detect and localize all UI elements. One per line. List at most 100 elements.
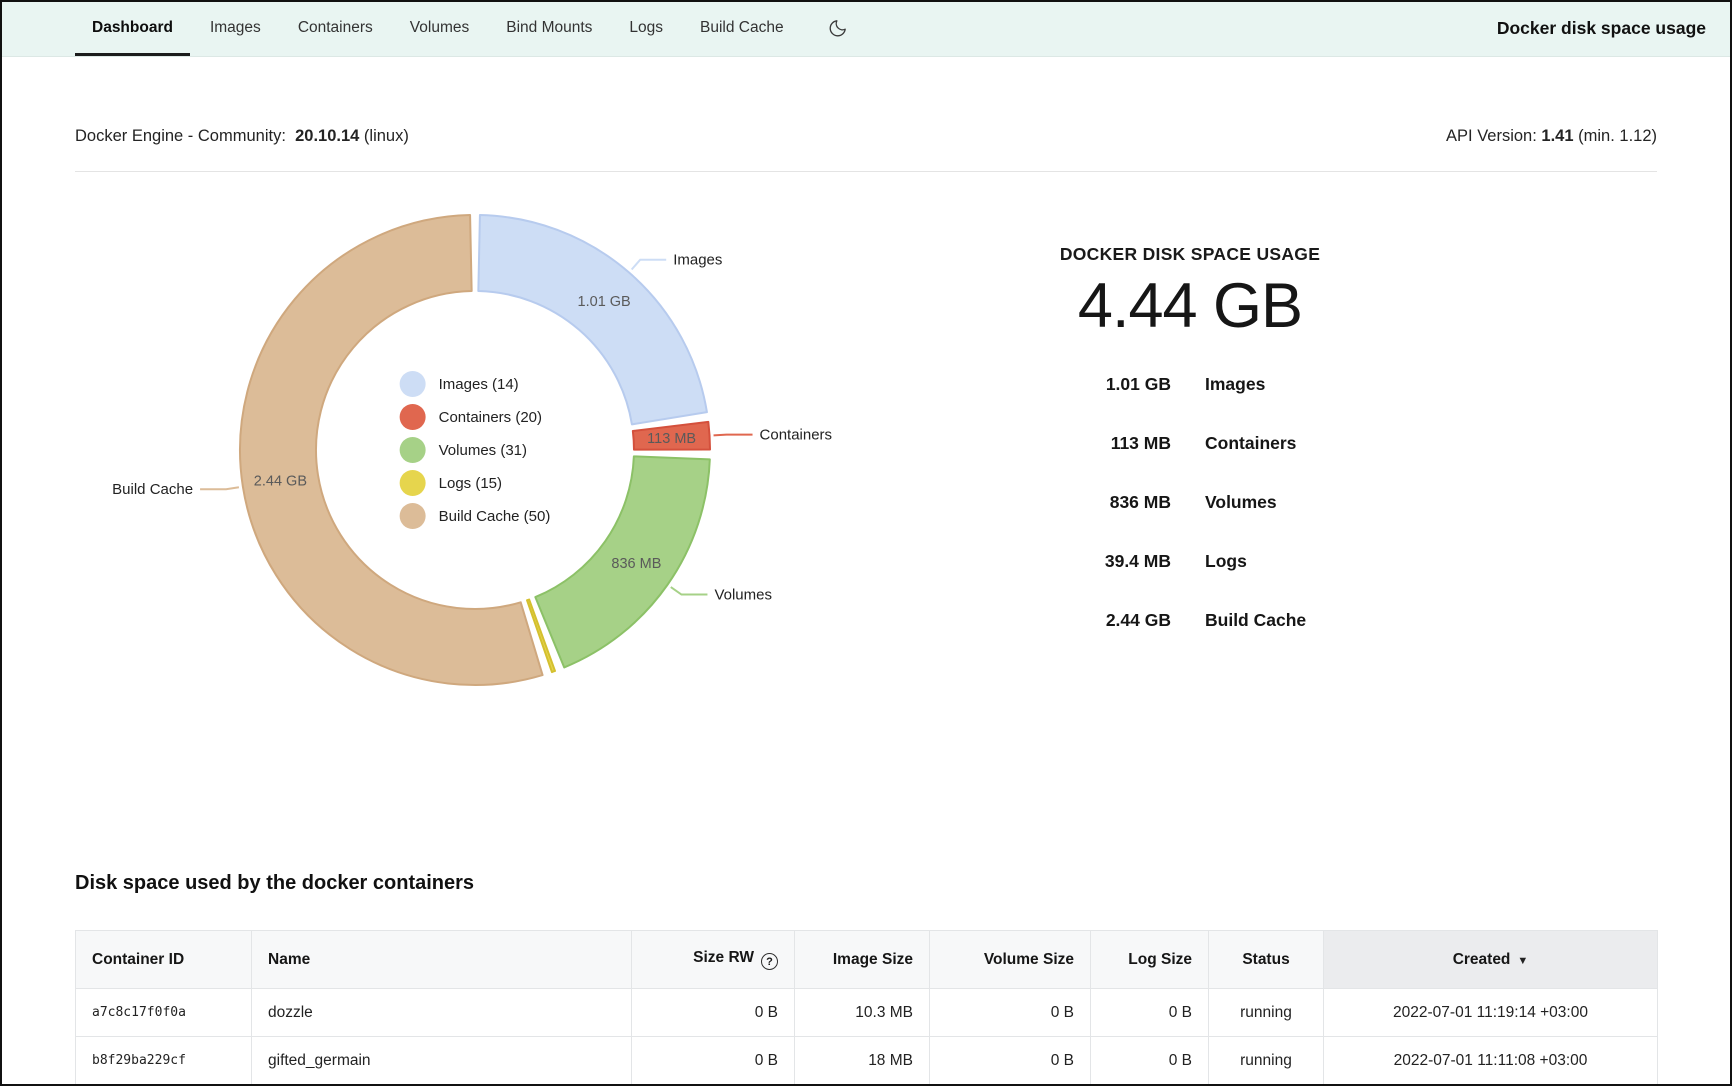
cell-volume_size: 0 B bbox=[930, 989, 1091, 1037]
legend-swatch-volumes bbox=[400, 437, 426, 463]
navbar: DashboardImagesContainersVolumesBind Mou… bbox=[0, 0, 1732, 57]
usage-panel-heading: DOCKER DISK SPACE USAGE bbox=[1020, 244, 1360, 265]
cell-size_rw: 0 B bbox=[632, 989, 795, 1037]
callout-label-volumes: Volumes bbox=[714, 587, 772, 604]
column-header-log_size[interactable]: Log Size bbox=[1091, 931, 1209, 989]
column-header-created[interactable]: Created ▼ bbox=[1324, 931, 1658, 989]
api-version-text: API Version: 1.41 (min. 1.12) bbox=[1446, 127, 1657, 149]
legend-item-volumes[interactable]: Volumes (31) bbox=[400, 437, 551, 463]
nav-item-volumes[interactable]: Volumes bbox=[393, 0, 486, 56]
api-min-version: (min. 1.12) bbox=[1578, 127, 1657, 145]
cell-id: a7c8c17f0f0a bbox=[76, 989, 252, 1037]
usage-size-logs: 39.4 MB bbox=[1020, 551, 1171, 572]
usage-size-build-cache: 2.44 GB bbox=[1020, 610, 1171, 631]
disk-usage-chart-section: 1.01 GB Images 113 MB Containers 836 MB Volum… bbox=[0, 172, 1732, 860]
usage-label-volumes: Volumes bbox=[1205, 492, 1277, 513]
help-icon[interactable]: ? bbox=[761, 953, 778, 970]
segment-size-label-containers: 113 MB bbox=[647, 431, 696, 447]
cell-name: dozzle bbox=[252, 989, 632, 1037]
sort-desc-icon: ▼ bbox=[1517, 955, 1528, 967]
usage-size-containers: 113 MB bbox=[1020, 433, 1171, 454]
cell-image_size: 18 MB bbox=[795, 1037, 930, 1085]
column-label-log_size: Log Size bbox=[1128, 951, 1192, 968]
usage-row-volumes: 836 MB Volumes bbox=[1020, 473, 1360, 532]
usage-row-build-cache: 2.44 GB Build Cache bbox=[1020, 591, 1360, 650]
usage-label-containers: Containers bbox=[1205, 433, 1296, 454]
engine-info-row: Docker Engine - Community: 20.10.14 (lin… bbox=[75, 127, 1657, 149]
usage-summary-panel: DOCKER DISK SPACE USAGE 4.44 GB 1.01 GB I… bbox=[1020, 244, 1360, 650]
callout-line-images bbox=[632, 260, 667, 270]
table-row[interactable]: a7c8c17f0f0adozzle0 B10.3 MB0 B0 Brunnin… bbox=[76, 989, 1658, 1037]
usage-label-logs: Logs bbox=[1205, 551, 1247, 572]
usage-total-value: 4.44 GB bbox=[1020, 273, 1360, 339]
nav-item-bind-mounts[interactable]: Bind Mounts bbox=[489, 0, 609, 56]
usage-row-images: 1.01 GB Images bbox=[1020, 355, 1360, 414]
legend-item-logs[interactable]: Logs (15) bbox=[400, 470, 551, 496]
cell-created: 2022-07-01 11:11:08 +03:00 bbox=[1324, 1037, 1658, 1085]
nav-item-images[interactable]: Images bbox=[193, 0, 278, 56]
legend-label-volumes: Volumes (31) bbox=[439, 442, 527, 459]
legend-label-containers: Containers (20) bbox=[439, 409, 542, 426]
segment-size-label-build-cache: 2.44 GB bbox=[254, 474, 307, 490]
usage-size-volumes: 836 MB bbox=[1020, 492, 1171, 513]
column-label-created: Created bbox=[1453, 951, 1511, 968]
segment-size-label-volumes: 836 MB bbox=[611, 556, 661, 572]
usage-label-build-cache: Build Cache bbox=[1205, 610, 1306, 631]
usage-size-images: 1.01 GB bbox=[1020, 374, 1171, 395]
nav-item-logs[interactable]: Logs bbox=[612, 0, 680, 56]
column-header-volume_size[interactable]: Volume Size bbox=[930, 931, 1091, 989]
column-label-volume_size: Volume Size bbox=[984, 951, 1074, 968]
engine-platform: (linux) bbox=[364, 127, 409, 145]
column-label-id: Container ID bbox=[92, 951, 184, 968]
segment-size-label-images: 1.01 GB bbox=[578, 294, 631, 310]
column-header-name[interactable]: Name bbox=[252, 931, 632, 989]
legend-item-build-cache[interactable]: Build Cache (50) bbox=[400, 503, 551, 529]
legend-swatch-build-cache bbox=[400, 503, 426, 529]
cell-size_rw: 0 B bbox=[632, 1037, 795, 1085]
legend-label-build-cache: Build Cache (50) bbox=[439, 508, 551, 525]
nav-item-containers[interactable]: Containers bbox=[281, 0, 390, 56]
cell-log_size: 0 B bbox=[1091, 989, 1209, 1037]
cell-id: b8f29ba229cf bbox=[76, 1037, 252, 1085]
containers-table: Container IDNameSize RW?Image SizeVolume… bbox=[75, 930, 1658, 1085]
chart-legend: Images (14) Containers (20) Volumes (31) Lo… bbox=[400, 364, 551, 536]
engine-version-text: Docker Engine - Community: 20.10.14 (lin… bbox=[75, 127, 409, 149]
column-label-name: Name bbox=[268, 951, 310, 968]
engine-version-number: 20.10.14 bbox=[295, 127, 359, 145]
table-row[interactable]: b8f29ba229cfgifted_germain0 B18 MB0 B0 B… bbox=[76, 1037, 1658, 1085]
legend-item-images[interactable]: Images (14) bbox=[400, 371, 551, 397]
nav-spacer bbox=[858, 0, 1497, 56]
nav-item-dashboard[interactable]: Dashboard bbox=[75, 0, 190, 56]
column-header-size_rw[interactable]: Size RW? bbox=[632, 931, 795, 989]
cell-name: gifted_germain bbox=[252, 1037, 632, 1085]
containers-section-title: Disk space used by the docker containers bbox=[75, 872, 1657, 900]
column-header-image_size[interactable]: Image Size bbox=[795, 931, 930, 989]
moon-icon bbox=[828, 18, 848, 38]
cell-image_size: 10.3 MB bbox=[795, 989, 930, 1037]
usage-row-containers: 113 MB Containers bbox=[1020, 414, 1360, 473]
legend-swatch-logs bbox=[400, 470, 426, 496]
legend-swatch-containers bbox=[400, 404, 426, 430]
legend-label-logs: Logs (15) bbox=[439, 475, 502, 492]
cell-created: 2022-07-01 11:19:14 +03:00 bbox=[1324, 989, 1658, 1037]
callout-line-build-cache bbox=[200, 487, 239, 489]
cell-status: running bbox=[1209, 1037, 1324, 1085]
legend-item-containers[interactable]: Containers (20) bbox=[400, 404, 551, 430]
table-header-row: Container IDNameSize RW?Image SizeVolume… bbox=[76, 931, 1658, 989]
column-header-status[interactable]: Status bbox=[1209, 931, 1324, 989]
column-header-id[interactable]: Container ID bbox=[76, 931, 252, 989]
legend-label-images: Images (14) bbox=[439, 376, 519, 393]
cell-volume_size: 0 B bbox=[930, 1037, 1091, 1085]
cell-log_size: 0 B bbox=[1091, 1037, 1209, 1085]
nav-item-build-cache[interactable]: Build Cache bbox=[683, 0, 801, 56]
cell-status: running bbox=[1209, 989, 1324, 1037]
callout-label-containers: Containers bbox=[760, 427, 833, 444]
callout-line-containers bbox=[714, 435, 753, 436]
theme-toggle-button[interactable] bbox=[818, 0, 858, 56]
api-version-number: 1.41 bbox=[1541, 127, 1573, 145]
usage-label-images: Images bbox=[1205, 374, 1265, 395]
callout-line-volumes bbox=[671, 587, 708, 594]
column-label-size_rw: Size RW bbox=[693, 949, 754, 966]
usage-rows: 1.01 GB Images 113 MB Containers 836 MB Volum… bbox=[1020, 355, 1360, 650]
column-label-status: Status bbox=[1242, 951, 1289, 968]
